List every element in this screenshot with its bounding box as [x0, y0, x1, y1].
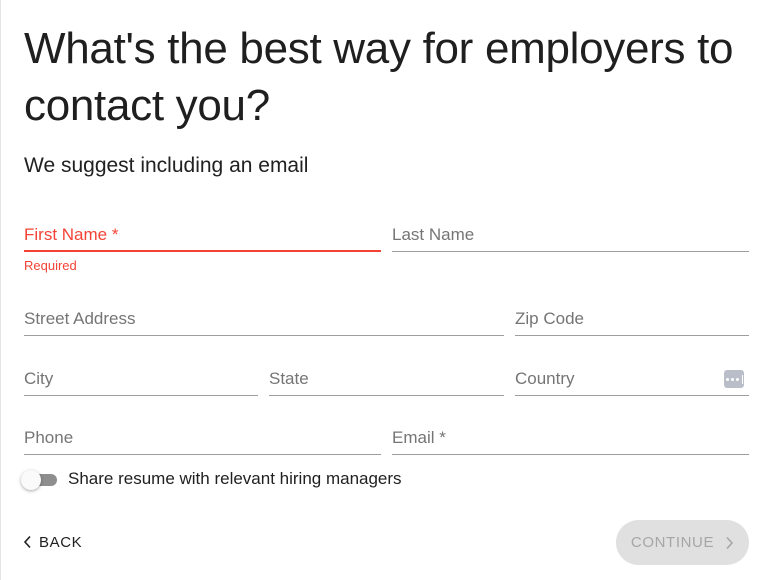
continue-button[interactable]: CONTINUE	[616, 520, 749, 565]
first-name-field[interactable]: First Name *	[24, 212, 381, 252]
last-name-field[interactable]: Last Name	[392, 212, 749, 252]
city-label: City	[24, 369, 54, 388]
first-name-label: First Name *	[24, 225, 119, 244]
city-field[interactable]: City	[24, 356, 258, 396]
phone-field[interactable]: Phone	[24, 415, 381, 455]
street-address-label: Street Address	[24, 309, 136, 328]
state-field[interactable]: State	[269, 356, 504, 396]
continue-label: CONTINUE	[630, 534, 715, 551]
page-subtitle: We suggest including an email	[24, 154, 309, 177]
share-resume-toggle[interactable]	[21, 469, 57, 490]
zip-code-label: Zip Code	[515, 309, 584, 328]
toggle-thumb	[21, 470, 41, 490]
chevron-left-icon	[23, 535, 31, 549]
back-label: BACK	[39, 533, 83, 551]
picker-icon[interactable]	[724, 370, 744, 388]
email-label: Email *	[392, 428, 446, 447]
email-field[interactable]: Email *	[392, 415, 749, 455]
phone-label: Phone	[24, 428, 74, 447]
first-name-error-text: Required	[24, 258, 77, 273]
street-address-field[interactable]: Street Address	[24, 296, 504, 336]
share-resume-row: Share resume with relevant hiring manage…	[21, 466, 402, 492]
country-label: Country	[515, 369, 575, 388]
chevron-right-icon	[726, 536, 734, 549]
last-name-label: Last Name	[392, 225, 475, 244]
country-field[interactable]: Country	[515, 356, 749, 396]
state-label: State	[269, 369, 309, 388]
back-button[interactable]: BACK	[23, 525, 82, 559]
zip-code-field[interactable]: Zip Code	[515, 296, 749, 336]
page-title: What's the best way for employers to con…	[24, 24, 734, 130]
share-resume-label: Share resume with relevant hiring manage…	[68, 469, 402, 488]
